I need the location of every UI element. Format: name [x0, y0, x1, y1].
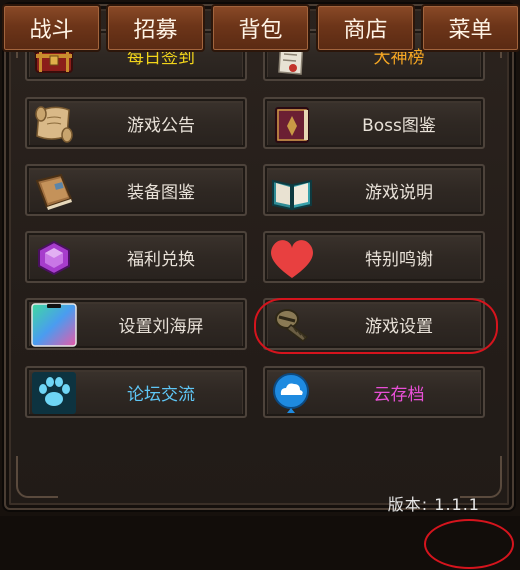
heart-icon — [269, 236, 315, 280]
bottom-tab-bar — [0, 516, 520, 570]
spellbook-icon — [269, 102, 315, 146]
forum-label: 论坛交流 — [127, 384, 195, 405]
game-settings-label: 游戏设置 — [365, 316, 433, 337]
tab-backpack[interactable]: 背包 — [211, 4, 310, 52]
cloud-save-icon — [269, 371, 315, 415]
screw-icon — [269, 303, 315, 347]
boss-encyclopedia-label: Boss图鉴 — [362, 115, 436, 136]
cloud-save-label: 云存档 — [373, 384, 425, 405]
boss-encyclopedia-button[interactable]: Boss图鉴 — [263, 97, 485, 149]
equipment-encyclopedia-label: 装备图鉴 — [127, 182, 195, 203]
game-guide-label: 游戏说明 — [365, 182, 433, 203]
notch-setting-button[interactable]: 设置刘海屏 — [25, 298, 247, 350]
credits-label: 特别鸣谢 — [365, 249, 433, 270]
cloud-save-button[interactable]: 云存档 — [263, 366, 485, 418]
tab-recruit[interactable]: 招募 — [106, 4, 205, 52]
tab-shop[interactable]: 商店 — [316, 4, 415, 52]
rewards-redeem-label: 福利兑换 — [127, 249, 195, 270]
notch-setting-label: 设置刘海屏 — [118, 316, 204, 337]
announcement-button[interactable]: 游戏公告 — [25, 97, 247, 149]
tab-battle[interactable]: 战斗 — [2, 4, 101, 52]
forum-button[interactable]: 论坛交流 — [25, 366, 247, 418]
announcement-label: 游戏公告 — [127, 115, 195, 136]
game-settings-button[interactable]: 游戏设置 — [263, 298, 485, 350]
purple-gem-icon — [31, 236, 77, 280]
equipment-encyclopedia-button[interactable]: 装备图鉴 — [25, 164, 247, 216]
version-text: 版本: 1.1.1 — [387, 495, 480, 514]
tome-icon — [31, 169, 77, 213]
open-book-icon — [269, 169, 315, 213]
phone-screen-icon — [31, 303, 77, 347]
panel-corner-ornament — [16, 456, 58, 498]
game-guide-button[interactable]: 游戏说明 — [263, 164, 485, 216]
paw-icon — [31, 371, 77, 415]
credits-button[interactable]: 特别鸣谢 — [263, 231, 485, 283]
rewards-redeem-button[interactable]: 福利兑换 — [25, 231, 247, 283]
parchment-icon — [31, 102, 77, 146]
tab-menu[interactable]: 菜单 — [421, 4, 520, 52]
